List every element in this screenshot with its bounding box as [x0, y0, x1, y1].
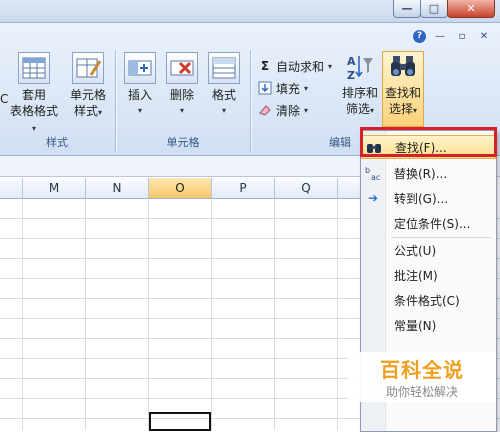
- sigma-icon: Σ: [260, 59, 270, 73]
- column-header-n[interactable]: N: [86, 178, 149, 199]
- fill-label: 填充: [276, 81, 301, 96]
- column-header-partial[interactable]: [0, 178, 23, 199]
- close-window-button[interactable]: ✕: [447, 0, 495, 18]
- ribbon-restore-button[interactable]: ▫: [454, 29, 470, 43]
- clear-button[interactable]: 清除 ▾: [258, 101, 308, 119]
- menu-item-constants[interactable]: 常量(N): [361, 313, 496, 337]
- fill-button[interactable]: 填充 ▾: [258, 79, 308, 97]
- format-cells-icon: [208, 52, 240, 84]
- binoculars-icon: [388, 52, 418, 82]
- grid-line: [22, 199, 23, 430]
- menu-item-goto-special[interactable]: 定位条件(S)...: [361, 211, 496, 235]
- menu-item-label: 常量(N): [394, 318, 437, 333]
- menu-item-label: 转到(G)...: [394, 191, 449, 206]
- active-cell[interactable]: [149, 412, 211, 431]
- watermark-title: 百科全说: [380, 358, 464, 382]
- column-header-m[interactable]: M: [23, 178, 86, 199]
- delete-label: 删除: [169, 88, 194, 102]
- menu-item-goto[interactable]: ➔ 转到(G)...: [361, 186, 496, 210]
- menu-item-comments[interactable]: 批注(M): [361, 263, 496, 287]
- cell-style-button[interactable]: 单元格 样式▾: [64, 52, 112, 121]
- autosum-dropdown-icon: ▾: [328, 61, 333, 71]
- table-format-label-2: 表格格式▾: [10, 104, 59, 133]
- group-label-styles: 样式: [46, 136, 68, 149]
- delete-dropdown-icon: ▾: [179, 106, 184, 115]
- insert-button[interactable]: 插入 ▾: [120, 52, 160, 119]
- table-format-label-1: 套用: [21, 88, 46, 102]
- grid-line: [85, 199, 86, 430]
- replace-icon: b ac: [361, 165, 385, 181]
- cell-style-label-2: 样式▾: [73, 104, 103, 118]
- format-button[interactable]: 格式 ▾: [204, 52, 244, 119]
- find-select-label-2: 选择▾: [388, 102, 418, 116]
- column-header-o[interactable]: O: [149, 178, 212, 199]
- ribbon-minimize-button[interactable]: —: [432, 29, 448, 43]
- cell-style-label-1: 单元格: [69, 88, 106, 102]
- menu-item-label: 条件格式(C): [394, 293, 460, 308]
- column-header-q[interactable]: Q: [275, 178, 338, 199]
- watermark: 百科全说 助你轻松解决: [348, 352, 496, 402]
- svg-text:Z: Z: [347, 69, 355, 82]
- maximize-window-button[interactable]: □: [420, 0, 448, 18]
- table-format-icon: [18, 52, 50, 84]
- menu-item-label: 公式(U): [394, 243, 437, 258]
- grid-line: [148, 199, 149, 430]
- cut-off-label: C: [0, 92, 9, 106]
- insert-dropdown-icon: ▾: [137, 106, 142, 115]
- menu-item-label: 替换(R)...: [394, 166, 448, 181]
- fill-dropdown-icon: ▾: [304, 83, 309, 93]
- format-label: 格式: [211, 88, 236, 102]
- clear-dropdown-icon: ▾: [304, 105, 309, 115]
- svg-text:ac: ac: [371, 173, 380, 181]
- fill-down-icon: [258, 81, 272, 95]
- sort-filter-button[interactable]: AZ 排序和 筛选▾: [340, 52, 380, 119]
- table-format-button[interactable]: 套用 表格格式▾: [10, 52, 58, 137]
- minimize-window-button[interactable]: —: [393, 0, 421, 18]
- help-icon[interactable]: ?: [413, 29, 426, 43]
- grid-line: [211, 199, 212, 430]
- cell-style-icon: [72, 52, 104, 84]
- watermark-subtitle: 助你轻松解决: [385, 385, 458, 399]
- clear-label: 清除: [276, 103, 301, 118]
- ribbon-close-button[interactable]: ✕: [476, 29, 492, 43]
- format-dropdown-icon: ▾: [221, 106, 226, 115]
- highlight-box: [360, 127, 497, 157]
- svg-text:b: b: [365, 166, 370, 175]
- ribbon-window-controls: ? — ▫ ✕: [413, 27, 492, 45]
- svg-text:A: A: [347, 55, 356, 68]
- eraser-icon: [258, 103, 272, 117]
- grid-line: [274, 199, 275, 430]
- menu-item-label: 批注(M): [394, 268, 438, 283]
- sort-filter-icon: AZ: [345, 52, 375, 82]
- delete-cells-icon: [166, 52, 198, 84]
- sort-filter-label-1: 排序和: [341, 86, 378, 100]
- menu-item-replace[interactable]: b ac 替换(R)...: [361, 161, 496, 185]
- group-separator: [250, 50, 251, 152]
- autosum-label: 自动求和: [276, 59, 325, 74]
- find-select-button[interactable]: 查找和 选择▾: [382, 52, 424, 119]
- insert-cells-icon: [124, 52, 156, 84]
- menu-item-label: 定位条件(S)...: [394, 216, 471, 231]
- grid-line: [337, 199, 338, 430]
- insert-label: 插入: [127, 88, 152, 102]
- autosum-button[interactable]: Σ 自动求和 ▾: [258, 57, 332, 75]
- sort-filter-label-2: 筛选▾: [345, 102, 375, 116]
- column-header-p[interactable]: P: [212, 178, 275, 199]
- delete-button[interactable]: 删除 ▾: [162, 52, 202, 119]
- arrow-right-icon: ➔: [367, 191, 379, 205]
- find-select-label-1: 查找和: [384, 86, 421, 100]
- menu-item-formulas[interactable]: 公式(U): [361, 238, 496, 262]
- group-label-cells: 单元格: [166, 136, 200, 149]
- menu-item-conditional-format[interactable]: 条件格式(C): [361, 288, 496, 312]
